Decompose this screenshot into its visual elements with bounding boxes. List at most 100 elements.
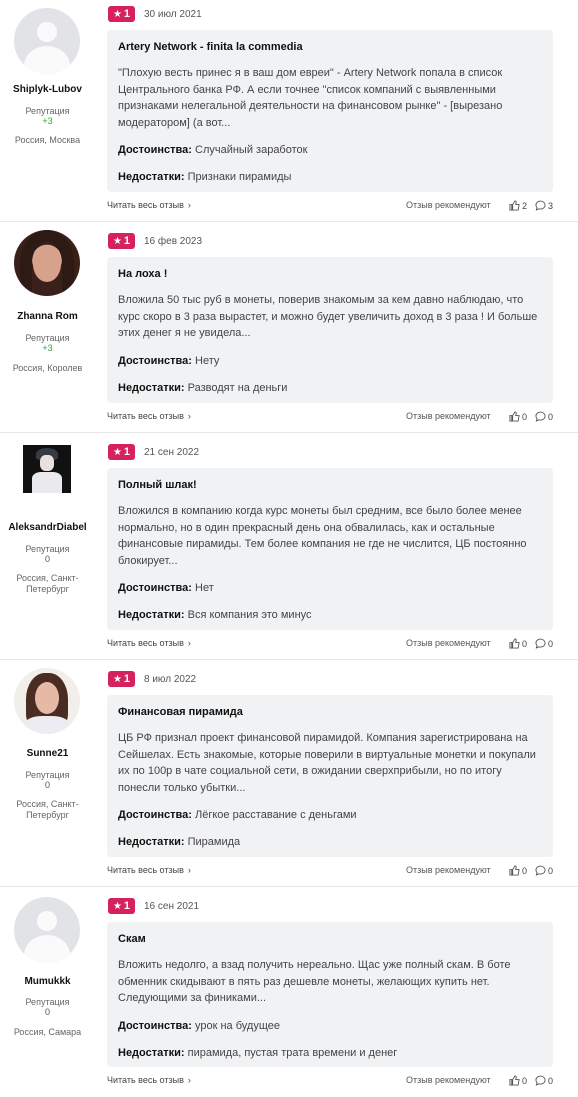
comments-count: 0	[548, 866, 554, 876]
comment-icon	[535, 865, 546, 876]
reputation-value: 0	[44, 1007, 50, 1017]
like-button[interactable]: 2	[509, 200, 527, 211]
author-username[interactable]: Zhanna Rom	[0, 311, 95, 322]
author-username[interactable]: Sunne21	[0, 748, 95, 759]
reputation-value: +3	[42, 343, 53, 353]
likes-count: 2	[522, 201, 528, 211]
author-username[interactable]: Shiplyk-Lubov	[0, 84, 95, 95]
rating-value: 1	[123, 900, 131, 912]
pros-label: Достоинства:	[118, 1019, 192, 1032]
comments-button[interactable]: 3	[535, 200, 553, 211]
cons-text: пирамида, пустая трата времени и денег	[187, 1046, 398, 1059]
cons-label: Недостатки:	[118, 1046, 185, 1059]
user-photo-icon[interactable]	[14, 230, 80, 296]
comments-button[interactable]: 0	[535, 411, 553, 422]
review-footer: Читать весь отзыв › Отзыв рекомендуют 2 3	[107, 200, 553, 214]
comments-count: 0	[548, 412, 554, 422]
thumbs-up-icon	[509, 411, 520, 422]
read-more-link[interactable]: Читать весь отзыв ›	[107, 865, 191, 875]
author-location: Россия, Королев	[12, 363, 83, 373]
pros-label: Достоинства:	[118, 144, 192, 156]
read-more-link[interactable]: Читать весь отзыв ›	[107, 200, 191, 210]
thumbs-up-icon	[509, 1075, 520, 1086]
read-more-label: Читать весь отзыв	[107, 638, 184, 648]
chevron-right-icon: ›	[187, 638, 191, 648]
read-more-link[interactable]: Читать весь отзыв ›	[107, 1075, 191, 1085]
comments-count: 0	[548, 1076, 554, 1086]
read-more-label: Читать весь отзыв	[107, 865, 184, 875]
review-title[interactable]: Финансовая пирамида	[118, 705, 542, 719]
like-button[interactable]: 0	[509, 865, 527, 876]
reputation-label: Репутация	[25, 106, 70, 116]
pros-label: Достоинства:	[118, 582, 192, 594]
author-location: Россия, Самара	[13, 1027, 82, 1037]
likes-count: 0	[522, 639, 528, 649]
review-item: AleksandrDiabel Репутация 0 Россия, Санк…	[0, 433, 578, 660]
rating-badge: ★ 1	[108, 6, 135, 22]
review-footer: Читать весь отзыв › Отзыв рекомендуют 0 0	[107, 1075, 553, 1089]
pros-text: Нету	[195, 354, 220, 367]
like-button[interactable]: 0	[509, 411, 527, 422]
review-item: Zhanna Rom Репутация +3 Россия, Королев …	[0, 222, 578, 433]
review-title[interactable]: Скам	[118, 932, 542, 946]
review-date: 16 фев 2023	[144, 236, 203, 247]
star-icon: ★	[112, 236, 122, 247]
author-username[interactable]: Mumukkk	[0, 976, 95, 987]
cons-label: Недостатки:	[118, 171, 185, 183]
review-item: Mumukkk Репутация 0 Россия, Самара ★ 1 16…	[0, 887, 578, 1097]
review-title[interactable]: Artery Network - finita la commedia	[118, 40, 542, 54]
default-avatar-icon[interactable]	[14, 897, 80, 963]
rating-value: 1	[123, 673, 131, 685]
user-photo-icon[interactable]	[14, 668, 80, 734]
reputation-label: Репутация	[25, 770, 70, 780]
review-text: "Плохую весть принес я в ваш дом евреи" …	[118, 67, 503, 129]
review-date: 16 сен 2021	[144, 901, 200, 912]
pros-text: Лёгкое расставание с деньгами	[195, 809, 357, 821]
recommend-label: Отзыв рекомендуют	[406, 1075, 491, 1085]
review-title[interactable]: На лоха !	[118, 267, 542, 281]
review-text: ЦБ РФ признал проект финансовой пирамидо…	[118, 732, 536, 794]
cons-text: Вся компания это минус	[187, 609, 312, 621]
comments-button[interactable]: 0	[535, 1075, 553, 1086]
comments-button[interactable]: 0	[535, 865, 553, 876]
cons-label: Недостатки:	[118, 381, 185, 394]
thumbs-up-icon	[509, 638, 520, 649]
review-date: 8 июл 2022	[144, 674, 197, 685]
rating-value: 1	[123, 446, 131, 458]
review-card: Полный шлак! Вложился в компанию когда к…	[107, 468, 553, 630]
review-title[interactable]: Полный шлак!	[118, 478, 542, 492]
reputation-value: 0	[44, 780, 50, 790]
reputation-label: Репутация	[25, 333, 70, 343]
like-button[interactable]: 0	[509, 1075, 527, 1086]
read-more-label: Читать весь отзыв	[107, 200, 184, 210]
cons-label: Недостатки:	[118, 836, 185, 848]
comments-button[interactable]: 0	[535, 638, 553, 649]
read-more-link[interactable]: Читать весь отзыв ›	[107, 411, 191, 421]
read-more-label: Читать весь отзыв	[107, 411, 184, 421]
default-avatar-icon[interactable]	[14, 8, 80, 74]
author-location: Россия, Москва	[14, 135, 81, 145]
cons-text: Разводят на деньги	[187, 381, 288, 394]
rating-badge: ★ 1	[108, 233, 135, 249]
thumbs-up-icon	[509, 200, 520, 211]
review-pros: Достоинства: Нету	[118, 354, 542, 368]
reviews-list: Shiplyk-Lubov Репутация +3 Россия, Москв…	[0, 0, 578, 1097]
pros-label: Достоинства:	[118, 809, 192, 821]
author-location: Россия, Санкт-Петербург	[16, 573, 79, 594]
cons-label: Недостатки:	[118, 609, 185, 621]
pros-text: урок на будущее	[195, 1019, 281, 1032]
review-item: Sunne21 Репутация 0 Россия, Санкт-Петерб…	[0, 660, 578, 887]
review-pros: Достоинства: Случайный заработок	[118, 143, 542, 157]
thumbs-up-icon	[509, 865, 520, 876]
user-photo-icon[interactable]	[23, 445, 71, 493]
like-button[interactable]: 0	[509, 638, 527, 649]
cons-text: Признаки пирамиды	[187, 171, 292, 183]
review-cons: Недостатки: Вся компания это минус	[118, 608, 542, 622]
pros-label: Достоинства:	[118, 354, 192, 367]
review-footer: Читать весь отзыв › Отзыв рекомендуют 0 0	[107, 411, 553, 425]
recommend-label: Отзыв рекомендуют	[406, 638, 491, 648]
author-username[interactable]: AleksandrDiabel	[0, 522, 95, 533]
review-card: Artery Network - finita la commedia "Пло…	[107, 30, 553, 192]
review-text: Вложился в компанию когда курс монеты бы…	[118, 505, 527, 567]
read-more-link[interactable]: Читать весь отзыв ›	[107, 638, 191, 648]
